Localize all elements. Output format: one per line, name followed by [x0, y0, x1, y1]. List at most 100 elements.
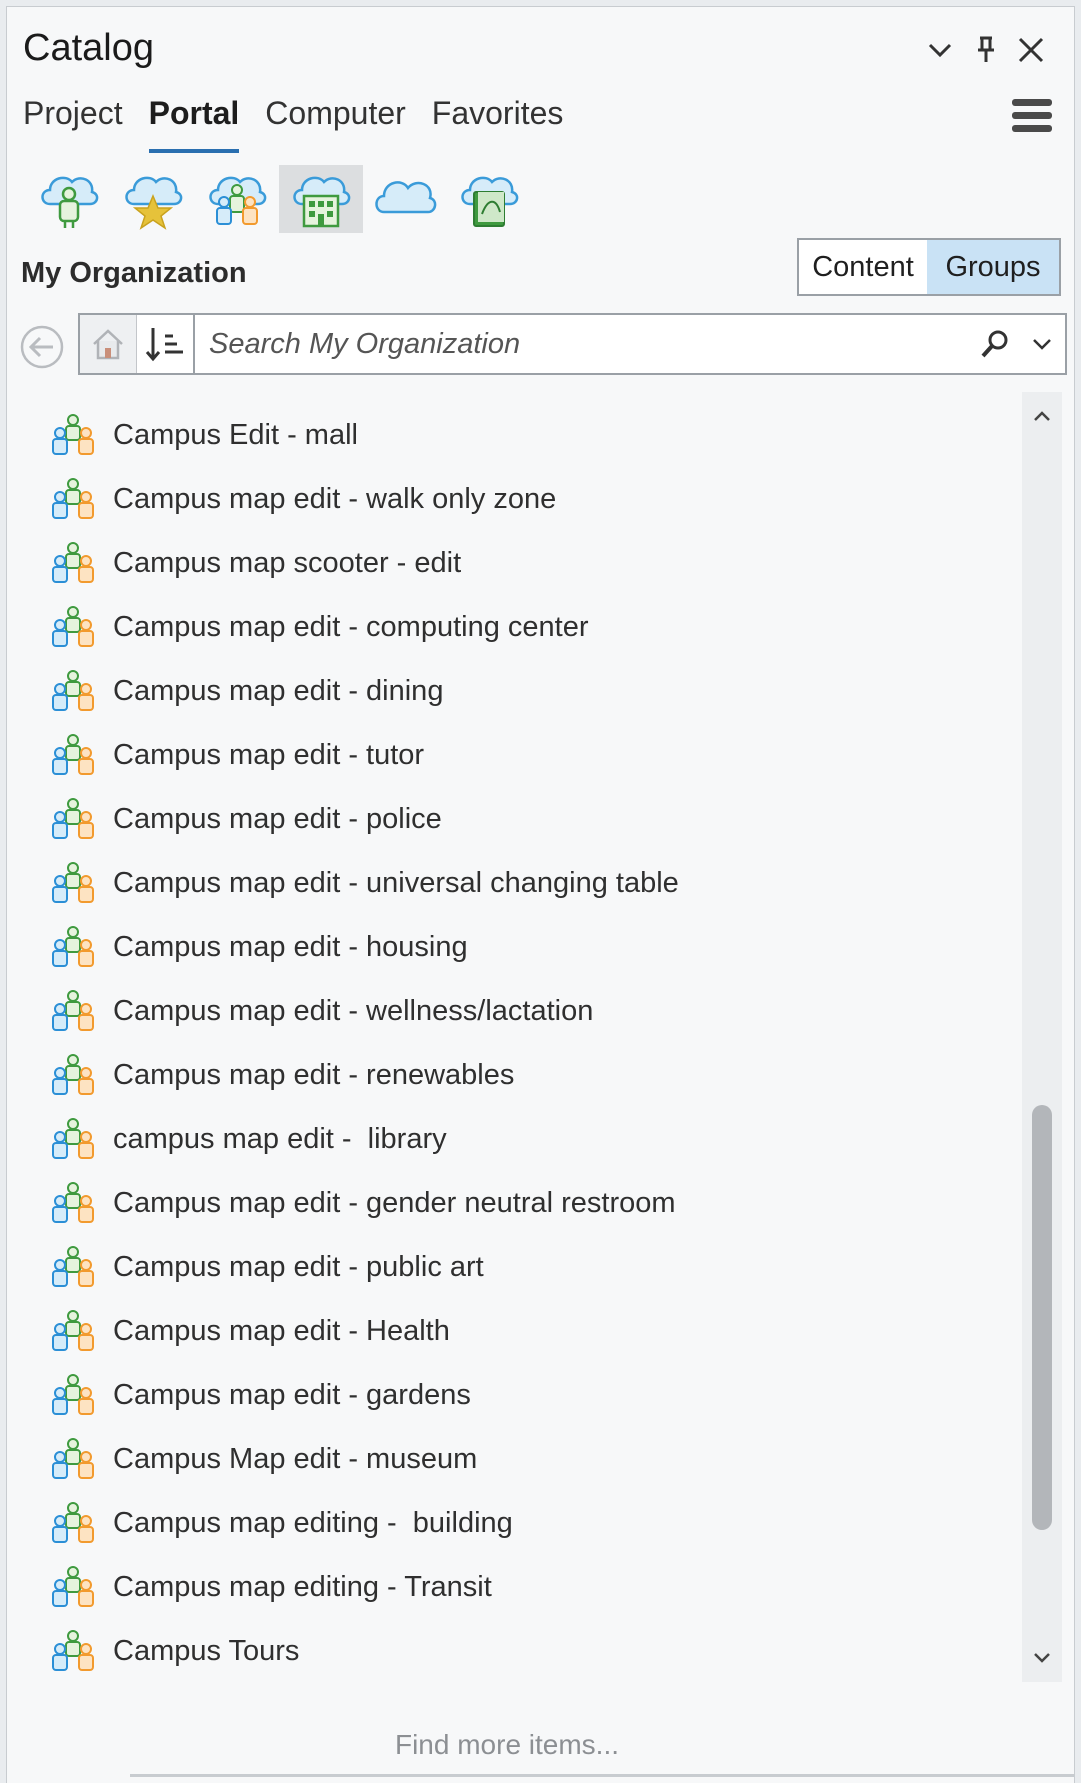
my-groups-button[interactable]: [195, 165, 279, 233]
list-item[interactable]: Campus map edit - universal changing tab…: [27, 851, 1017, 915]
list-item[interactable]: Campus map edit - housing: [27, 915, 1017, 979]
list-item[interactable]: Campus Tours: [27, 1619, 1017, 1683]
list-item[interactable]: Campus map edit - computing center: [27, 595, 1017, 659]
my-organization-cloud-icon: [293, 176, 351, 228]
group-name: Campus map edit - walk only zone: [113, 482, 557, 515]
list-item[interactable]: Campus map edit - renewables: [27, 1043, 1017, 1107]
list-item[interactable]: campus map edit - library: [27, 1107, 1017, 1171]
group-icon: [52, 414, 94, 455]
group-icon: [52, 1182, 94, 1223]
group-icon: [52, 862, 94, 903]
content-toggle-button[interactable]: Content: [799, 240, 927, 294]
tab-portal[interactable]: Portal: [148, 95, 239, 153]
group-name: Campus map edit - renewables: [113, 1058, 515, 1091]
back-button[interactable]: [19, 324, 65, 370]
group-name: Campus map edit - Health: [113, 1314, 450, 1347]
list-item[interactable]: Campus map edit - gardens: [27, 1363, 1017, 1427]
hamburger-line: [1012, 125, 1052, 132]
chevron-down-icon: [928, 43, 952, 58]
close-icon: [1018, 37, 1044, 63]
arcgis-online-button[interactable]: [363, 165, 447, 233]
list-item[interactable]: Campus map editing - building: [27, 1491, 1017, 1555]
list-item[interactable]: Campus map edit - dining: [27, 659, 1017, 723]
tab-favorites[interactable]: Favorites: [432, 95, 564, 151]
menu-button[interactable]: [1012, 99, 1052, 139]
group-name: Campus map edit - tutor: [113, 738, 425, 771]
group-icon: [52, 1310, 94, 1351]
bottom-divider: [130, 1774, 1075, 1777]
group-icon: [52, 606, 94, 647]
my-content-cloud-icon: [41, 176, 99, 228]
hamburger-icon: [1012, 99, 1052, 106]
group-name: Campus map edit - gardens: [113, 1378, 471, 1411]
back-arrow-icon: [20, 325, 64, 369]
scroll-thumb[interactable]: [1032, 1105, 1052, 1530]
group-icon: [52, 1054, 94, 1095]
group-icon: [52, 798, 94, 839]
group-name: Campus map edit - dining: [113, 674, 444, 707]
group-icon: [52, 1246, 94, 1287]
group-name: Campus map edit - police: [113, 802, 442, 835]
catalog-tabs: Project Portal Computer Favorites: [23, 95, 589, 153]
group-name: Campus map edit - universal changing tab…: [113, 866, 679, 899]
group-name: Campus map editing - Transit: [113, 1570, 492, 1603]
sort-button[interactable]: [137, 315, 195, 373]
sort-icon: [145, 328, 183, 362]
group-name: Campus Edit - mall: [113, 418, 358, 451]
search-button[interactable]: [971, 315, 1019, 373]
living-atlas-cloud-icon: [461, 176, 519, 227]
tab-computer[interactable]: Computer: [265, 95, 406, 151]
home-button[interactable]: [80, 315, 137, 373]
list-item[interactable]: Campus Map edit - museum: [27, 1427, 1017, 1491]
search-icon: [981, 330, 1008, 358]
section-title: My Organization: [21, 257, 247, 289]
group-icon: [52, 1630, 94, 1671]
search-options-dropdown[interactable]: [1019, 315, 1065, 373]
group-icon: [52, 1566, 94, 1607]
pin-icon: [978, 36, 994, 62]
list-item[interactable]: Campus Edit - mall: [27, 403, 1017, 467]
home-icon: [93, 329, 123, 360]
scroll-down-button[interactable]: [1022, 1638, 1062, 1678]
group-name: Campus map edit - gender neutral restroo…: [113, 1186, 676, 1219]
my-content-button[interactable]: [27, 165, 111, 233]
hamburger-line: [1012, 112, 1052, 119]
living-atlas-button[interactable]: [447, 165, 531, 233]
group-name: Campus Map edit - museum: [113, 1442, 478, 1475]
pane-options-dropdown[interactable]: [921, 31, 959, 69]
group-name: campus map edit - library: [113, 1122, 447, 1155]
groups-toggle-button[interactable]: Groups: [927, 240, 1059, 294]
search-input[interactable]: [195, 314, 971, 374]
scroll-up-button[interactable]: [1022, 396, 1062, 436]
list-item[interactable]: Campus map editing - Transit: [27, 1555, 1017, 1619]
group-name: Campus map scooter - edit: [113, 546, 462, 579]
close-button[interactable]: [1012, 31, 1050, 69]
pin-button[interactable]: [967, 31, 1005, 69]
search-bar: [78, 313, 1067, 375]
group-icon: [52, 1118, 94, 1159]
list-item[interactable]: Campus map edit - walk only zone: [27, 467, 1017, 531]
list-item[interactable]: Campus map scooter - edit: [27, 531, 1017, 595]
list-item[interactable]: Campus map edit - Health: [27, 1299, 1017, 1363]
list-item[interactable]: Campus map edit - wellness/lactation: [27, 979, 1017, 1043]
group-name: Campus map edit - public art: [113, 1250, 484, 1283]
group-list: Campus Edit - mall Campus map edit - wal…: [27, 403, 1017, 1683]
group-name: Campus map edit - housing: [113, 930, 468, 963]
portal-view-toolbar: [27, 165, 531, 233]
vertical-scrollbar[interactable]: [1022, 392, 1062, 1682]
list-item[interactable]: Campus map edit - tutor: [27, 723, 1017, 787]
catalog-pane: Catalog Project Portal Computer Favorite…: [6, 6, 1075, 1783]
group-name: Campus Tours: [113, 1634, 300, 1667]
list-item[interactable]: Campus map edit - police: [27, 787, 1017, 851]
tab-project[interactable]: Project: [23, 95, 123, 151]
my-organization-button[interactable]: [279, 165, 363, 233]
group-name: Campus map edit - wellness/lactation: [113, 994, 594, 1027]
my-favorites-button[interactable]: [111, 165, 195, 233]
list-item[interactable]: Campus map edit - gender neutral restroo…: [27, 1171, 1017, 1235]
find-more-items-link[interactable]: Find more items...: [7, 1729, 1007, 1761]
chevron-up-icon: [1034, 411, 1050, 421]
group-icon: [52, 1502, 94, 1543]
group-name: Campus map editing - building: [113, 1506, 513, 1539]
content-groups-toggle: Content Groups: [797, 238, 1061, 296]
list-item[interactable]: Campus map edit - public art: [27, 1235, 1017, 1299]
